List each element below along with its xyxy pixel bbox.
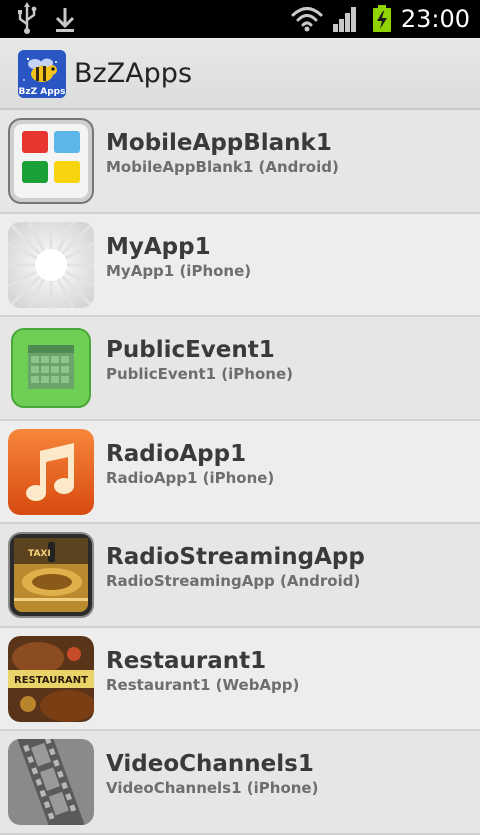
status-bar: 23:00 [0,0,480,38]
bzzapps-logo[interactable]: BzZ Apps [18,50,66,98]
download-icon [55,8,75,32]
app-name: RadioApp1 [106,440,247,467]
sunburst-icon [8,221,94,308]
app-subtitle: PublicEvent1 (iPhone) [106,365,293,383]
svg-text:BzZ Apps: BzZ Apps [19,87,66,97]
svg-text:TAXI: TAXI [28,549,51,559]
taxi-icon: TAXI [8,532,94,618]
list-item[interactable]: TAXI RadioStreamingApp RadioStreamingApp… [0,524,480,628]
app-subtitle: RadioApp1 (iPhone) [106,468,275,487]
list-item[interactable]: RadioApp1 RadioApp1 (iPhone) [0,420,480,524]
calendar-icon [8,325,94,411]
app-subtitle: Restaurant1 (WebApp) [106,675,300,694]
app-list: MobileAppBlank1 MobileAppBlank1 (Android… [0,110,480,835]
app-title: BzZApps [74,58,193,89]
battery-charging-icon [373,5,391,32]
list-item[interactable]: PublicEvent1 PublicEvent1 (iPhone) [0,317,480,421]
list-item[interactable]: RESTAURANT Restaurant1 Restaurant1 (WebA… [0,627,480,731]
app-subtitle: VideoChannels1 (iPhone) [106,779,319,797]
app-name: Restaurant1 [106,647,267,674]
wifi-icon [291,7,323,32]
signal-icon [333,7,356,32]
list-item[interactable]: MyApp1 MyApp1 (iPhone) [0,213,480,317]
svg-text:RESTAURANT: RESTAURANT [14,675,88,686]
app-name: PublicEvent1 [106,337,275,363]
app-name: MyApp1 [106,233,211,260]
app-subtitle: MyApp1 (iPhone) [106,261,252,280]
list-item[interactable]: MobileAppBlank1 MobileAppBlank1 (Android… [0,110,480,214]
app-name: RadioStreamingApp [106,544,365,570]
film-strip-icon [8,739,94,825]
clock: 23:00 [400,5,470,33]
list-item[interactable]: VideoChannels1 VideoChannels1 (iPhone) [0,731,480,835]
app-name: VideoChannels1 [106,751,314,777]
app-subtitle: RadioStreamingApp (Android) [106,572,361,590]
bee-icon: BzZ Apps [18,50,66,98]
tiles-icon [8,118,94,204]
action-bar: BzZ Apps BzZApps [0,38,480,110]
app-name: MobileAppBlank1 [106,130,332,156]
usb-icon [18,2,37,34]
app-subtitle: MobileAppBlank1 (Android) [106,158,339,176]
restaurant-icon: RESTAURANT [8,635,94,722]
music-note-icon [8,428,94,515]
